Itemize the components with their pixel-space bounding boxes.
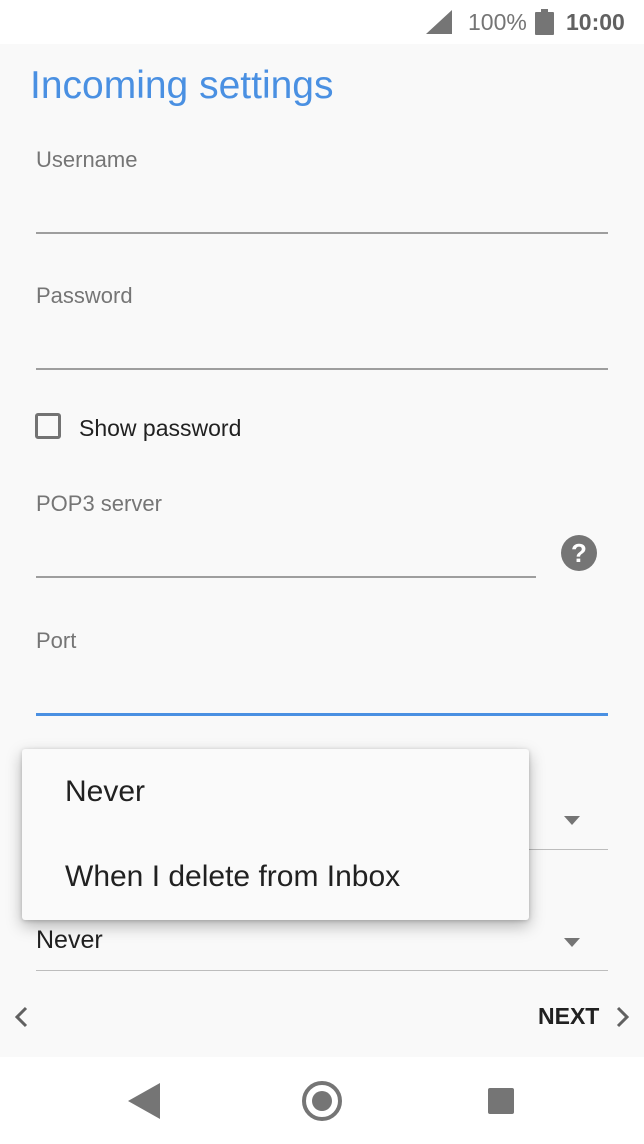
show-password-checkbox[interactable] — [35, 413, 61, 439]
password-field[interactable] — [36, 321, 608, 369]
username-underline — [36, 232, 608, 234]
battery-percent: 100% — [468, 9, 527, 35]
port-label: Port — [36, 628, 77, 653]
port-underline-focused — [36, 713, 608, 716]
square-recents-icon[interactable] — [488, 1088, 514, 1114]
chevron-left-icon[interactable] — [12, 1004, 32, 1030]
battery-icon — [535, 9, 554, 35]
menu-item-never[interactable]: Never — [65, 775, 145, 809]
next-button[interactable]: NEXT — [538, 1003, 599, 1030]
password-underline — [36, 368, 608, 370]
username-label: Username — [36, 147, 138, 172]
status-bar: 100% 10:00 — [0, 0, 644, 44]
delete-from-server-select[interactable]: Never — [36, 926, 103, 955]
clock: 10:00 — [566, 9, 625, 35]
pop3-server-underline — [36, 576, 536, 578]
menu-item-when-delete-inbox[interactable]: When I delete from Inbox — [65, 860, 400, 894]
pop3-server-field[interactable] — [36, 529, 536, 577]
chevron-down-icon[interactable] — [564, 938, 580, 947]
circle-home-icon[interactable] — [302, 1081, 342, 1121]
chevron-right-icon[interactable] — [612, 1004, 632, 1030]
port-field[interactable] — [36, 666, 608, 714]
page-title: Incoming settings — [30, 64, 334, 107]
select-underline — [36, 970, 608, 971]
dropdown-menu: Never When I delete from Inbox — [22, 749, 529, 920]
home-icon-center — [312, 1091, 332, 1111]
triangle-back-icon[interactable] — [128, 1083, 160, 1119]
username-field[interactable] — [36, 185, 608, 233]
password-label: Password — [36, 283, 133, 308]
help-icon[interactable]: ? — [561, 535, 597, 571]
chevron-down-icon[interactable] — [564, 816, 580, 825]
show-password-label[interactable]: Show password — [79, 415, 241, 442]
signal-icon — [426, 10, 452, 34]
pop3-server-label: POP3 server — [36, 491, 162, 516]
